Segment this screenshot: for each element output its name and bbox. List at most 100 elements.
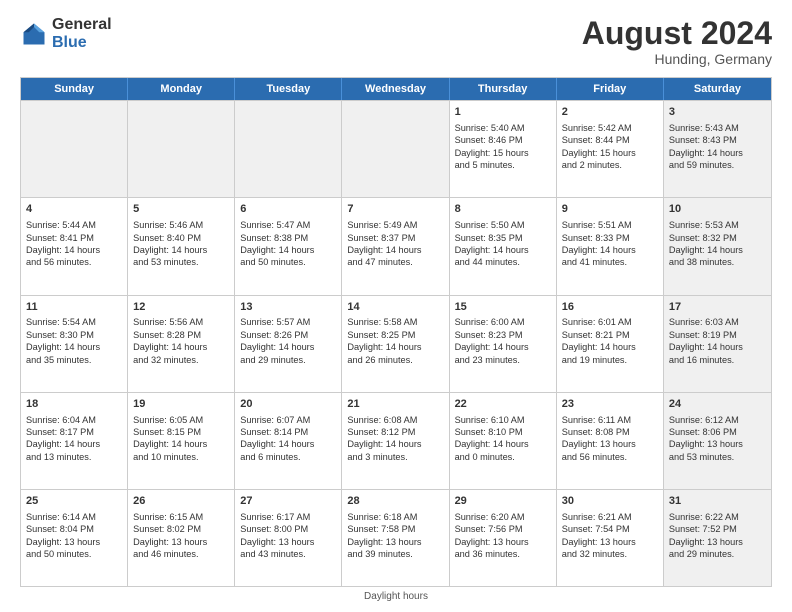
day-info: and 39 minutes. — [347, 548, 443, 560]
day-info: and 47 minutes. — [347, 256, 443, 268]
day-info: Sunrise: 5:57 AM — [240, 316, 336, 328]
day-info: and 50 minutes. — [26, 548, 122, 560]
day-number: 5 — [133, 202, 229, 217]
day-info: Sunset: 8:23 PM — [455, 329, 551, 341]
header-day-thursday: Thursday — [450, 78, 557, 100]
day-info: Sunset: 8:15 PM — [133, 426, 229, 438]
day-info: Sunset: 8:25 PM — [347, 329, 443, 341]
day-cell-4: 4Sunrise: 5:44 AMSunset: 8:41 PMDaylight… — [21, 198, 128, 294]
page: General Blue August 2024 Hunding, German… — [0, 0, 792, 612]
day-info: Sunset: 8:38 PM — [240, 232, 336, 244]
day-info: Sunrise: 6:05 AM — [133, 414, 229, 426]
day-cell-26: 26Sunrise: 6:15 AMSunset: 8:02 PMDayligh… — [128, 490, 235, 586]
empty-cell-0-3 — [342, 101, 449, 197]
header: General Blue August 2024 Hunding, German… — [20, 16, 772, 67]
header-day-wednesday: Wednesday — [342, 78, 449, 100]
day-info: and 26 minutes. — [347, 354, 443, 366]
day-info: Daylight: 14 hours — [26, 438, 122, 450]
day-info: Sunset: 8:17 PM — [26, 426, 122, 438]
day-number: 27 — [240, 494, 336, 509]
day-number: 23 — [562, 397, 658, 412]
day-number: 11 — [26, 300, 122, 315]
day-info: and 53 minutes. — [133, 256, 229, 268]
day-info: and 32 minutes. — [133, 354, 229, 366]
day-info: Sunset: 7:56 PM — [455, 523, 551, 535]
day-cell-25: 25Sunrise: 6:14 AMSunset: 8:04 PMDayligh… — [21, 490, 128, 586]
week-row-5: 25Sunrise: 6:14 AMSunset: 8:04 PMDayligh… — [21, 489, 771, 586]
day-number: 12 — [133, 300, 229, 315]
logo-text: General Blue — [52, 16, 112, 51]
day-info: Sunrise: 6:22 AM — [669, 511, 766, 523]
day-info: Daylight: 13 hours — [562, 438, 658, 450]
day-info: Daylight: 14 hours — [562, 341, 658, 353]
day-info: and 6 minutes. — [240, 451, 336, 463]
calendar: SundayMondayTuesdayWednesdayThursdayFrid… — [20, 77, 772, 587]
day-info: Sunrise: 6:04 AM — [26, 414, 122, 426]
day-number: 2 — [562, 105, 658, 120]
day-info: Sunset: 7:58 PM — [347, 523, 443, 535]
day-number: 8 — [455, 202, 551, 217]
day-info: Sunrise: 5:42 AM — [562, 122, 658, 134]
day-info: and 3 minutes. — [347, 451, 443, 463]
day-info: and 5 minutes. — [455, 159, 551, 171]
day-info: Sunrise: 6:08 AM — [347, 414, 443, 426]
empty-cell-0-1 — [128, 101, 235, 197]
day-cell-11: 11Sunrise: 5:54 AMSunset: 8:30 PMDayligh… — [21, 296, 128, 392]
day-info: and 16 minutes. — [669, 354, 766, 366]
day-info: and 56 minutes. — [562, 451, 658, 463]
day-cell-20: 20Sunrise: 6:07 AMSunset: 8:14 PMDayligh… — [235, 393, 342, 489]
day-info: Sunset: 8:14 PM — [240, 426, 336, 438]
day-info: and 19 minutes. — [562, 354, 658, 366]
day-number: 26 — [133, 494, 229, 509]
day-cell-9: 9Sunrise: 5:51 AMSunset: 8:33 PMDaylight… — [557, 198, 664, 294]
day-info: and 35 minutes. — [26, 354, 122, 366]
day-info: Sunset: 7:54 PM — [562, 523, 658, 535]
day-number: 1 — [455, 105, 551, 120]
day-info: Sunrise: 6:20 AM — [455, 511, 551, 523]
day-info: and 59 minutes. — [669, 159, 766, 171]
day-info: and 29 minutes. — [669, 548, 766, 560]
logo-general: General — [52, 16, 112, 34]
month-year: August 2024 — [582, 16, 772, 51]
day-info: Daylight: 14 hours — [669, 147, 766, 159]
day-info: Sunrise: 5:58 AM — [347, 316, 443, 328]
day-cell-29: 29Sunrise: 6:20 AMSunset: 7:56 PMDayligh… — [450, 490, 557, 586]
day-info: Sunset: 8:32 PM — [669, 232, 766, 244]
day-info: Sunrise: 5:46 AM — [133, 219, 229, 231]
day-info: and 56 minutes. — [26, 256, 122, 268]
footer-note: Daylight hours — [20, 587, 772, 602]
day-info: and 2 minutes. — [562, 159, 658, 171]
day-info: Sunset: 8:33 PM — [562, 232, 658, 244]
logo: General Blue — [20, 16, 112, 51]
day-info: Daylight: 14 hours — [562, 244, 658, 256]
day-info: and 13 minutes. — [26, 451, 122, 463]
day-number: 28 — [347, 494, 443, 509]
day-info: Sunrise: 6:07 AM — [240, 414, 336, 426]
day-number: 16 — [562, 300, 658, 315]
day-info: Sunset: 8:04 PM — [26, 523, 122, 535]
day-info: Daylight: 14 hours — [455, 341, 551, 353]
day-info: Sunrise: 6:00 AM — [455, 316, 551, 328]
day-cell-5: 5Sunrise: 5:46 AMSunset: 8:40 PMDaylight… — [128, 198, 235, 294]
header-day-saturday: Saturday — [664, 78, 771, 100]
day-cell-3: 3Sunrise: 5:43 AMSunset: 8:43 PMDaylight… — [664, 101, 771, 197]
day-info: Sunset: 8:00 PM — [240, 523, 336, 535]
day-info: Sunset: 8:41 PM — [26, 232, 122, 244]
day-cell-27: 27Sunrise: 6:17 AMSunset: 8:00 PMDayligh… — [235, 490, 342, 586]
day-cell-8: 8Sunrise: 5:50 AMSunset: 8:35 PMDaylight… — [450, 198, 557, 294]
day-info: Daylight: 13 hours — [240, 536, 336, 548]
day-cell-28: 28Sunrise: 6:18 AMSunset: 7:58 PMDayligh… — [342, 490, 449, 586]
day-info: Sunrise: 6:03 AM — [669, 316, 766, 328]
day-info: and 23 minutes. — [455, 354, 551, 366]
day-info: Daylight: 14 hours — [455, 438, 551, 450]
day-info: Sunrise: 5:53 AM — [669, 219, 766, 231]
day-info: Daylight: 13 hours — [133, 536, 229, 548]
day-info: Sunset: 7:52 PM — [669, 523, 766, 535]
logo-blue: Blue — [52, 34, 112, 52]
day-info: Daylight: 14 hours — [347, 438, 443, 450]
day-cell-18: 18Sunrise: 6:04 AMSunset: 8:17 PMDayligh… — [21, 393, 128, 489]
day-number: 30 — [562, 494, 658, 509]
day-info: Daylight: 13 hours — [455, 536, 551, 548]
day-number: 22 — [455, 397, 551, 412]
day-info: and 53 minutes. — [669, 451, 766, 463]
